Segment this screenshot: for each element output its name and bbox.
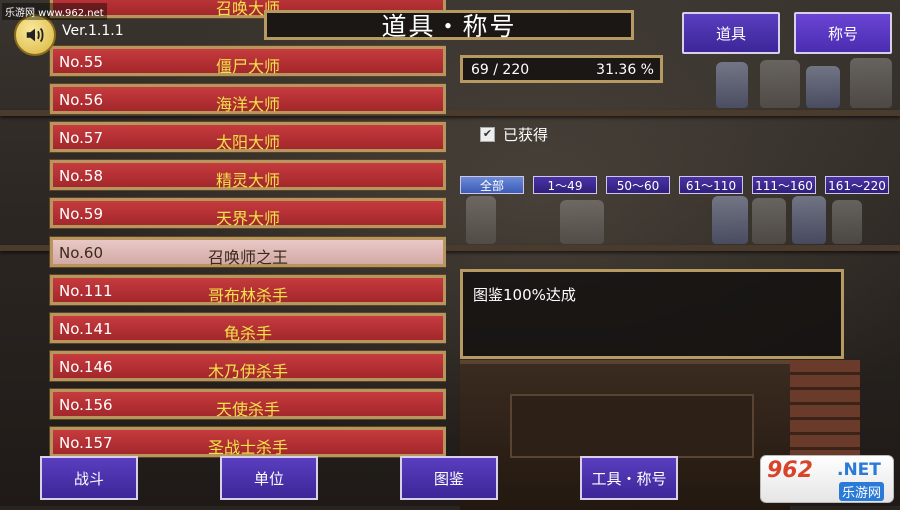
obtained-checkbox[interactable]: ✔ 已获得: [480, 124, 548, 145]
logo-net: .NET: [837, 460, 881, 480]
jar: [760, 60, 800, 108]
filter-111-160-button[interactable]: 111～160: [752, 176, 816, 194]
list-item-name: 海洋大师: [215, 95, 280, 114]
progress-percent: 31.36 %: [596, 62, 654, 78]
logo-number: 962: [767, 458, 813, 483]
list-item[interactable]: No.141 龟杀手: [49, 312, 446, 344]
filter-1-49-button[interactable]: 1～49: [533, 176, 597, 194]
check-icon: ✔: [480, 127, 495, 142]
book-stack: [790, 360, 860, 455]
collection-progress: 69 / 220 31.36 %: [460, 55, 663, 83]
filter-50-60-button[interactable]: 50～60: [606, 176, 670, 194]
version-label: Ver.1.1.1: [62, 23, 124, 39]
obtained-label: 已获得: [503, 126, 549, 144]
list-item[interactable]: No.57 太阳大师: [49, 121, 446, 153]
list-item[interactable]: No.146 木乃伊杀手: [49, 350, 446, 382]
list-item[interactable]: No.55 僵尸大师: [49, 45, 446, 77]
list-item-name: 召唤师之王: [207, 248, 288, 267]
list-item[interactable]: No.157 圣战士杀手: [49, 426, 446, 458]
filter-61-110-button[interactable]: 61～110: [679, 176, 743, 194]
list-item[interactable]: No.111 哥布林杀手: [49, 274, 446, 306]
jar: [712, 196, 748, 244]
nav-encyclopedia-button[interactable]: 图鉴: [400, 456, 498, 500]
title-description: 图鉴100%达成: [460, 269, 844, 359]
filter-161-220-button[interactable]: 161～220: [825, 176, 889, 194]
nav-units-button[interactable]: 单位: [220, 456, 318, 500]
jar: [792, 196, 826, 244]
list-item-name: 龟杀手: [223, 324, 272, 343]
page-title: 道具・称号: [381, 12, 517, 41]
title-list[interactable]: 召唤大师 No.55 僵尸大师 No.56 海洋大师 No.57 太阳大师 No…: [46, 0, 446, 460]
list-item-name: 太阳大师: [215, 133, 280, 152]
jar: [850, 58, 892, 108]
progress-count: 69 / 220: [471, 62, 530, 78]
list-item-name: 木乃伊杀手: [207, 362, 288, 381]
jar: [716, 62, 748, 108]
cabinet-carving: [510, 394, 754, 458]
jar: [806, 66, 840, 108]
nav-tools-titles-button[interactable]: 工具・称号: [580, 456, 678, 500]
list-item-name: 哥布林杀手: [207, 286, 288, 305]
filter-all-button[interactable]: 全部: [460, 176, 524, 194]
speaker-icon: [26, 27, 44, 43]
list-item[interactable]: No.58 精灵大师: [49, 159, 446, 191]
list-item-name: 天界大师: [215, 209, 280, 228]
jar: [466, 196, 496, 244]
jar: [832, 200, 862, 244]
list-item-name: 僵尸大师: [215, 57, 280, 76]
nav-battle-button[interactable]: 战斗: [40, 456, 138, 500]
site-logo: 962 .NET 乐游网: [760, 455, 894, 503]
list-item-name: 圣战士杀手: [207, 438, 288, 457]
sound-toggle-button[interactable]: [14, 14, 56, 56]
list-item[interactable]: No.59 天界大师: [49, 197, 446, 229]
jar: [560, 200, 604, 244]
watermark: 乐游网 www.962.net: [2, 3, 107, 20]
list-item-selected[interactable]: No.60 召唤师之王: [49, 236, 446, 268]
jar: [752, 198, 786, 244]
page-title-frame: 道具・称号: [264, 10, 634, 41]
logo-text: 乐游网: [839, 482, 885, 501]
list-item[interactable]: No.156 天使杀手: [49, 388, 446, 420]
list-item-name: 精灵大师: [215, 171, 280, 190]
items-tab-button[interactable]: 道具: [682, 12, 780, 54]
list-item[interactable]: No.56 海洋大师: [49, 83, 446, 115]
list-item-name: 天使杀手: [215, 400, 280, 419]
titles-tab-button[interactable]: 称号: [794, 12, 892, 54]
